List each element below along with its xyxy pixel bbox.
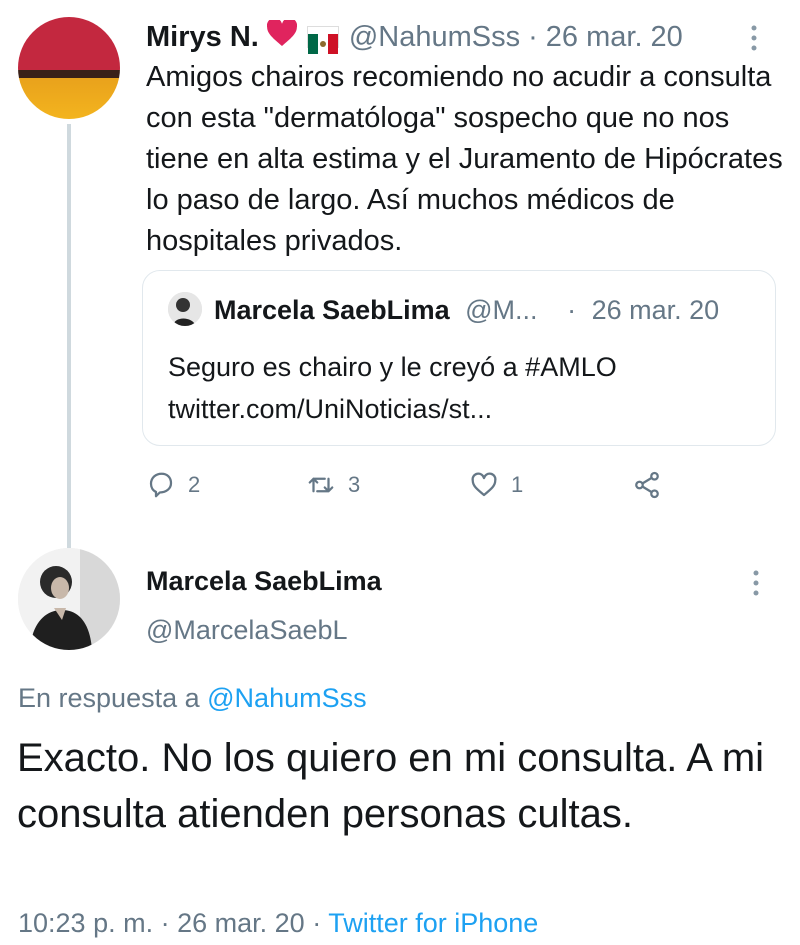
like-count: 1 bbox=[511, 472, 524, 497]
avatar[interactable] bbox=[18, 17, 120, 119]
quoted-date: 26 mar. 20 bbox=[591, 295, 720, 325]
author-name[interactable]: Mirys N. bbox=[146, 19, 259, 55]
tweet-meta: 10:23 p. m. · 26 mar. 20 · Twitter for i… bbox=[18, 906, 538, 940]
reply-prefix: En respuesta a bbox=[18, 683, 200, 713]
separator: · bbox=[528, 21, 538, 53]
quoted-header: Marcela SaebLima @M... · 26 mar. 20 bbox=[214, 293, 719, 327]
quoted-author-handle: @M... bbox=[465, 295, 538, 325]
retweet-button[interactable]: 3 bbox=[306, 469, 360, 501]
heart-icon bbox=[266, 17, 297, 55]
separator: · bbox=[567, 295, 577, 325]
quoted-text: Seguro es chairo y le creyó a #AMLO twit… bbox=[168, 346, 758, 430]
mexico-flag-icon bbox=[306, 26, 339, 54]
quoted-text-line: Seguro es chairo y le creyó a #AMLO bbox=[168, 352, 617, 382]
like-button[interactable]: 1 bbox=[469, 469, 523, 501]
thread-connector bbox=[67, 124, 71, 564]
share-button[interactable] bbox=[632, 469, 662, 501]
separator: · bbox=[312, 908, 322, 938]
quoted-link[interactable]: twitter.com/UniNoticias/st... bbox=[168, 388, 758, 430]
separator: · bbox=[160, 908, 170, 938]
like-icon bbox=[471, 472, 497, 497]
share-icon bbox=[635, 471, 659, 499]
reply-context: En respuesta a @NahumSss bbox=[18, 681, 367, 715]
more-options-icon[interactable] bbox=[750, 568, 762, 603]
author-handle[interactable]: @NahumSss bbox=[349, 19, 520, 55]
tweet-header: Mirys N. @NahumSss · 26 mar. 20 bbox=[146, 17, 683, 55]
source-link[interactable]: Twitter for iPhone bbox=[328, 908, 538, 938]
tweet-date[interactable]: 26 mar. 20 bbox=[546, 19, 683, 55]
retweet-count: 3 bbox=[348, 472, 361, 497]
reply-handle-link[interactable]: @NahumSss bbox=[207, 683, 366, 713]
tweet-text: Amigos chairos recomiendo no acudir a co… bbox=[146, 61, 783, 257]
more-options-icon[interactable] bbox=[748, 23, 760, 57]
retweet-icon bbox=[308, 477, 334, 493]
author-name[interactable]: Marcela SaebLima bbox=[146, 564, 382, 598]
reply-button[interactable]: 2 bbox=[146, 469, 200, 501]
reply-icon bbox=[149, 472, 173, 498]
tweet-date: 26 mar. 20 bbox=[177, 908, 305, 938]
tweet-text: Exacto. No los quiero en mi consulta. A … bbox=[17, 736, 765, 836]
quoted-author-name: Marcela SaebLima bbox=[214, 295, 450, 325]
quoted-avatar bbox=[168, 292, 202, 326]
reply-count: 2 bbox=[188, 472, 201, 497]
avatar[interactable] bbox=[18, 548, 120, 650]
tweet-time: 10:23 p. m. bbox=[18, 908, 154, 938]
author-handle[interactable]: @MarcelaSaebL bbox=[146, 613, 348, 647]
